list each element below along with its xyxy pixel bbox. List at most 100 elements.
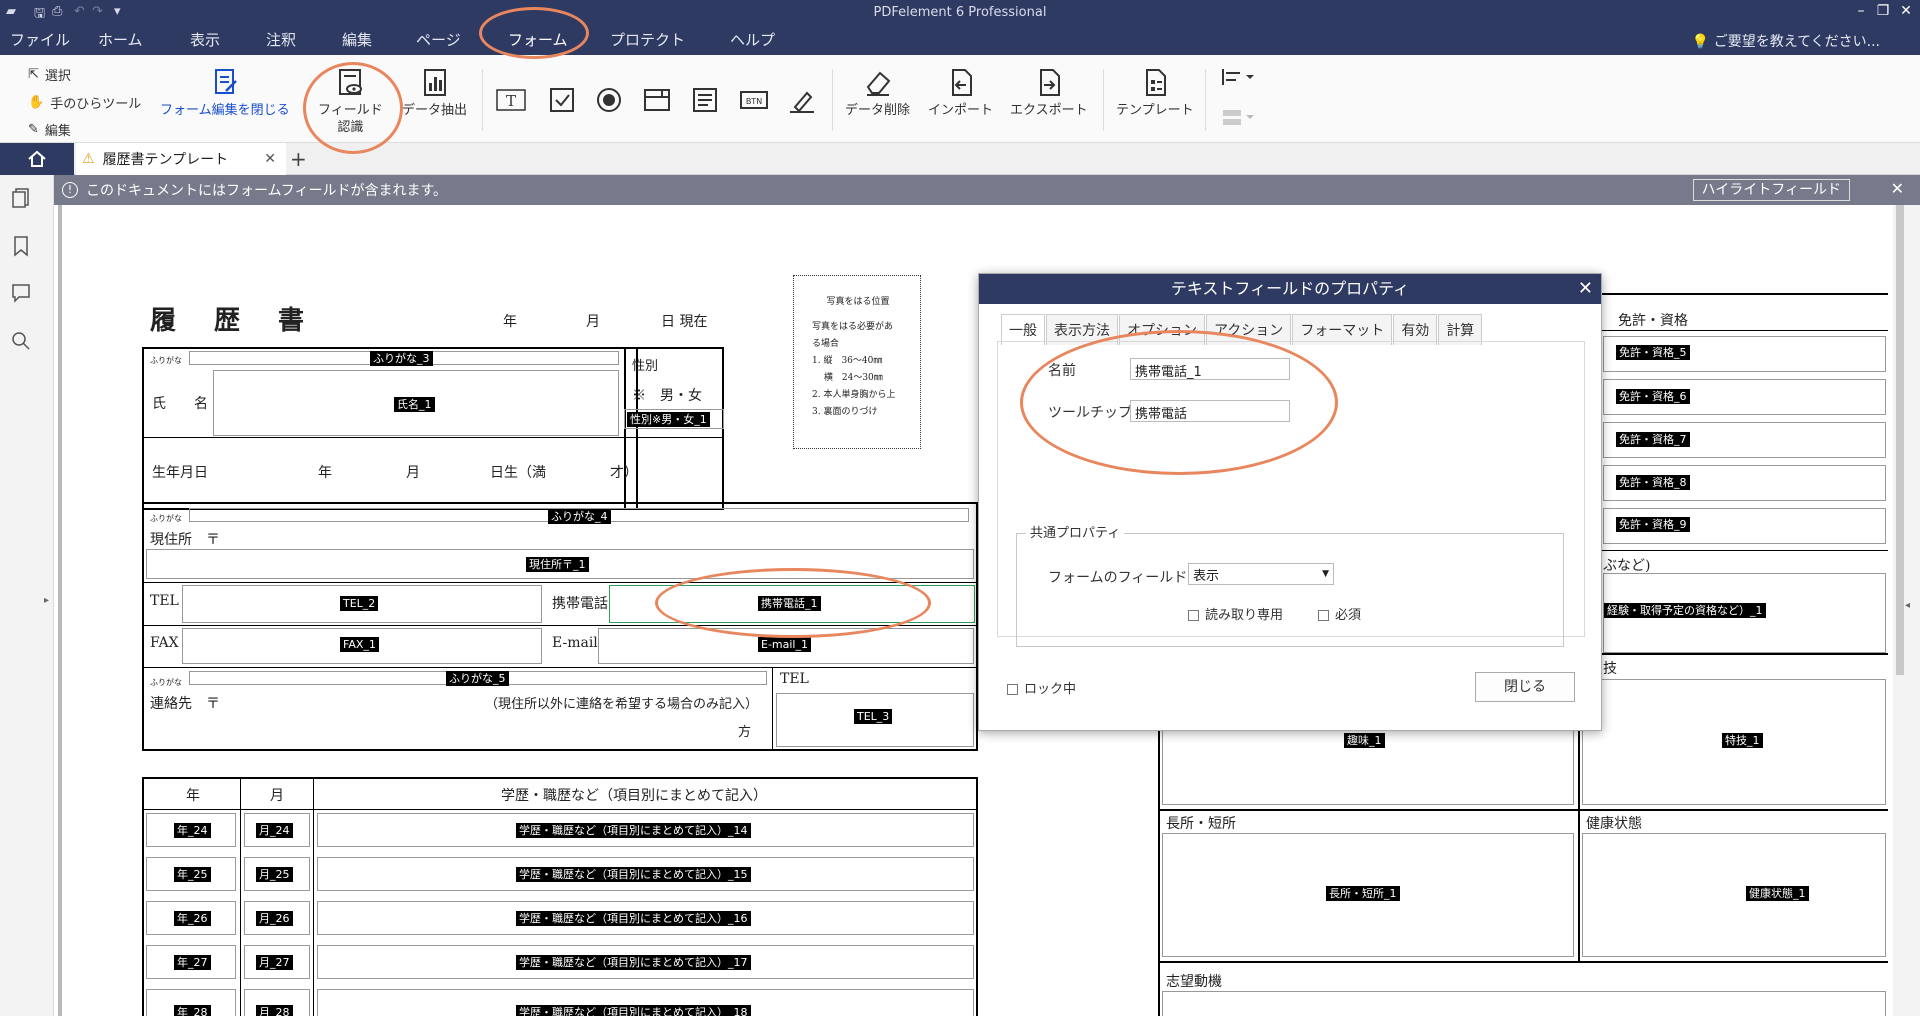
button-field-icon[interactable]: BTN [739, 85, 769, 115]
health-field[interactable] [1582, 833, 1886, 957]
menu-help[interactable]: ヘルプ [730, 29, 775, 50]
history-year-tag: 年_26 [174, 911, 211, 926]
contact-tel-label: TEL [780, 671, 809, 687]
highlight-fields-button[interactable]: ハイライトフィールド [1692, 179, 1850, 201]
comment-icon[interactable] [10, 282, 32, 304]
divider [772, 667, 773, 751]
close-tab-icon[interactable]: ✕ [264, 151, 276, 167]
readonly-checkbox[interactable]: 読み取り専用 [1188, 604, 1283, 623]
new-tab-icon[interactable]: + [290, 147, 307, 171]
furigana-label: ふりがな [150, 678, 182, 687]
template-button[interactable]: テンプレート [1116, 67, 1194, 119]
align-dropdown-icon[interactable] [1220, 67, 1256, 87]
divider [142, 809, 978, 810]
export-button[interactable]: エクスポート [1010, 67, 1088, 119]
field-recognition-label-1: フィールド [318, 103, 383, 118]
other-1-tag: 経験・取得予定の資格など）_1 [1604, 603, 1766, 618]
dialog-close-icon[interactable]: ✕ [1578, 274, 1593, 304]
fax-1-tag: FAX_1 [340, 637, 379, 652]
close-window-icon[interactable]: ✕ [1895, 3, 1917, 19]
combo-box-icon[interactable] [642, 85, 672, 115]
edit-tool[interactable]: ✎ 編集 [28, 120, 71, 139]
restore-icon[interactable]: ❐ [1872, 3, 1894, 19]
home-icon [28, 150, 46, 167]
history-year-tag: 年_25 [174, 867, 211, 882]
form-field-select[interactable]: 表示 ▼ [1188, 563, 1334, 585]
radio-button-icon[interactable] [594, 85, 624, 115]
other-label: ぶなど) [1603, 558, 1651, 574]
mobile-1-tag: 携帯電話_1 [758, 596, 821, 611]
minimize-icon[interactable]: – [1850, 3, 1872, 19]
cursor-icon: ⇱ [28, 67, 39, 82]
tooltip-input[interactable]: 携帯電話 [1130, 400, 1290, 422]
data-extract-label: データ抽出 [402, 103, 468, 118]
locked-checkbox[interactable]: ロック中 [1007, 678, 1076, 697]
document-tab[interactable]: ⚠ 履歴書テンプレート ✕ [76, 143, 286, 175]
fax-label: FAX [150, 635, 179, 651]
menu-page[interactable]: ページ [416, 29, 461, 50]
divider [240, 777, 241, 1016]
photo-line: 横 24〜30㎜ [812, 373, 883, 383]
select-tool[interactable]: ⇱ 選択 [28, 65, 71, 84]
scrollbar-thumb[interactable] [1896, 205, 1904, 675]
import-button[interactable]: インポート [928, 67, 993, 119]
history-content-tag: 学歴・職歴など（項目別にまとめて記入）_15 [516, 867, 751, 882]
document-canvas: 履 歴 書 年 月 日 現在 写真をはる位置 写真をはる必要があ る場合 1. … [58, 205, 1893, 1016]
tel-3-tag: TEL_3 [854, 709, 893, 724]
contact-label: 連絡先 〒 [150, 696, 220, 712]
divider [482, 69, 483, 131]
menu-edit[interactable]: 編集 [342, 29, 372, 50]
history-year-tag: 年_28 [174, 1005, 211, 1016]
skill-label: 技 [1603, 661, 1617, 677]
close-notice-icon[interactable]: ✕ [1891, 179, 1904, 198]
signature-field-icon[interactable] [787, 85, 817, 115]
readonly-label: 読み取り専用 [1205, 608, 1284, 623]
app-title: PDFelement 6 Professional [873, 5, 1047, 20]
list-box-icon[interactable] [690, 85, 720, 115]
right-panel-strip: ◂ [1893, 205, 1920, 1016]
history-content-tag: 学歴・職歴など（項目別にまとめて記入）_16 [516, 911, 751, 926]
close-form-edit-button[interactable]: フォーム編集を閉じる [160, 67, 290, 119]
home-tab[interactable] [0, 143, 74, 175]
menu-file[interactable]: ファイル [10, 29, 70, 50]
lightbulb-icon: 💡 [1691, 34, 1710, 50]
divider [142, 582, 978, 583]
collapse-panel-icon[interactable]: ◂ [1905, 600, 1910, 611]
warning-icon: ⚠ [82, 151, 95, 167]
gender-label: 性別 [632, 359, 659, 374]
notice-text: このドキュメントにはフォームフィールドが含まれます。 [86, 183, 448, 199]
email-label: E-mail [552, 635, 598, 651]
bookmark-icon[interactable] [10, 235, 32, 257]
history-year-header: 年 [186, 788, 200, 804]
checkbox-icon[interactable] [547, 85, 577, 115]
document-tab-label: 履歴書テンプレート [102, 152, 229, 168]
menu-protect[interactable]: プロテクト [610, 29, 685, 50]
field-recognition-button[interactable]: フィールド 認識 [318, 67, 383, 136]
menu-view[interactable]: 表示 [190, 29, 220, 50]
gender-options: ※ 男・女 [632, 388, 702, 404]
birth-year-unit: 年 [318, 465, 332, 481]
hand-tool[interactable]: ✋ 手のひらツール [28, 93, 141, 112]
tooltip-label: ツールチップ [1048, 405, 1132, 421]
distribute-dropdown-icon[interactable] [1220, 107, 1256, 127]
close-button[interactable]: 閉じる [1475, 672, 1575, 702]
health-label: 健康状態 [1586, 816, 1642, 832]
required-checkbox[interactable]: 必須 [1318, 604, 1361, 623]
chevron-down-icon: ▼ [1322, 569, 1329, 579]
search-icon[interactable] [10, 330, 32, 352]
expand-panel-icon[interactable]: ▸ [44, 595, 49, 606]
pages-icon[interactable] [10, 187, 32, 209]
motivation-field[interactable] [1162, 991, 1886, 1016]
menu-form[interactable]: フォーム [508, 29, 568, 50]
divider [142, 437, 724, 438]
photo-title: 写真をはる位置 [826, 297, 890, 307]
delete-data-button[interactable]: データ削除 [845, 67, 910, 119]
required-label: 必須 [1335, 608, 1362, 623]
menu-annotate[interactable]: 注釈 [266, 29, 296, 50]
feedback-link[interactable]: 💡 ご要望を教えてください... [1692, 31, 1880, 51]
divider [1205, 69, 1206, 131]
menu-home[interactable]: ホーム [98, 29, 143, 50]
text-field-icon[interactable]: T [496, 85, 526, 115]
data-extract-button[interactable]: データ抽出 [402, 67, 467, 119]
name-input[interactable]: 携帯電話_1 [1130, 358, 1290, 380]
